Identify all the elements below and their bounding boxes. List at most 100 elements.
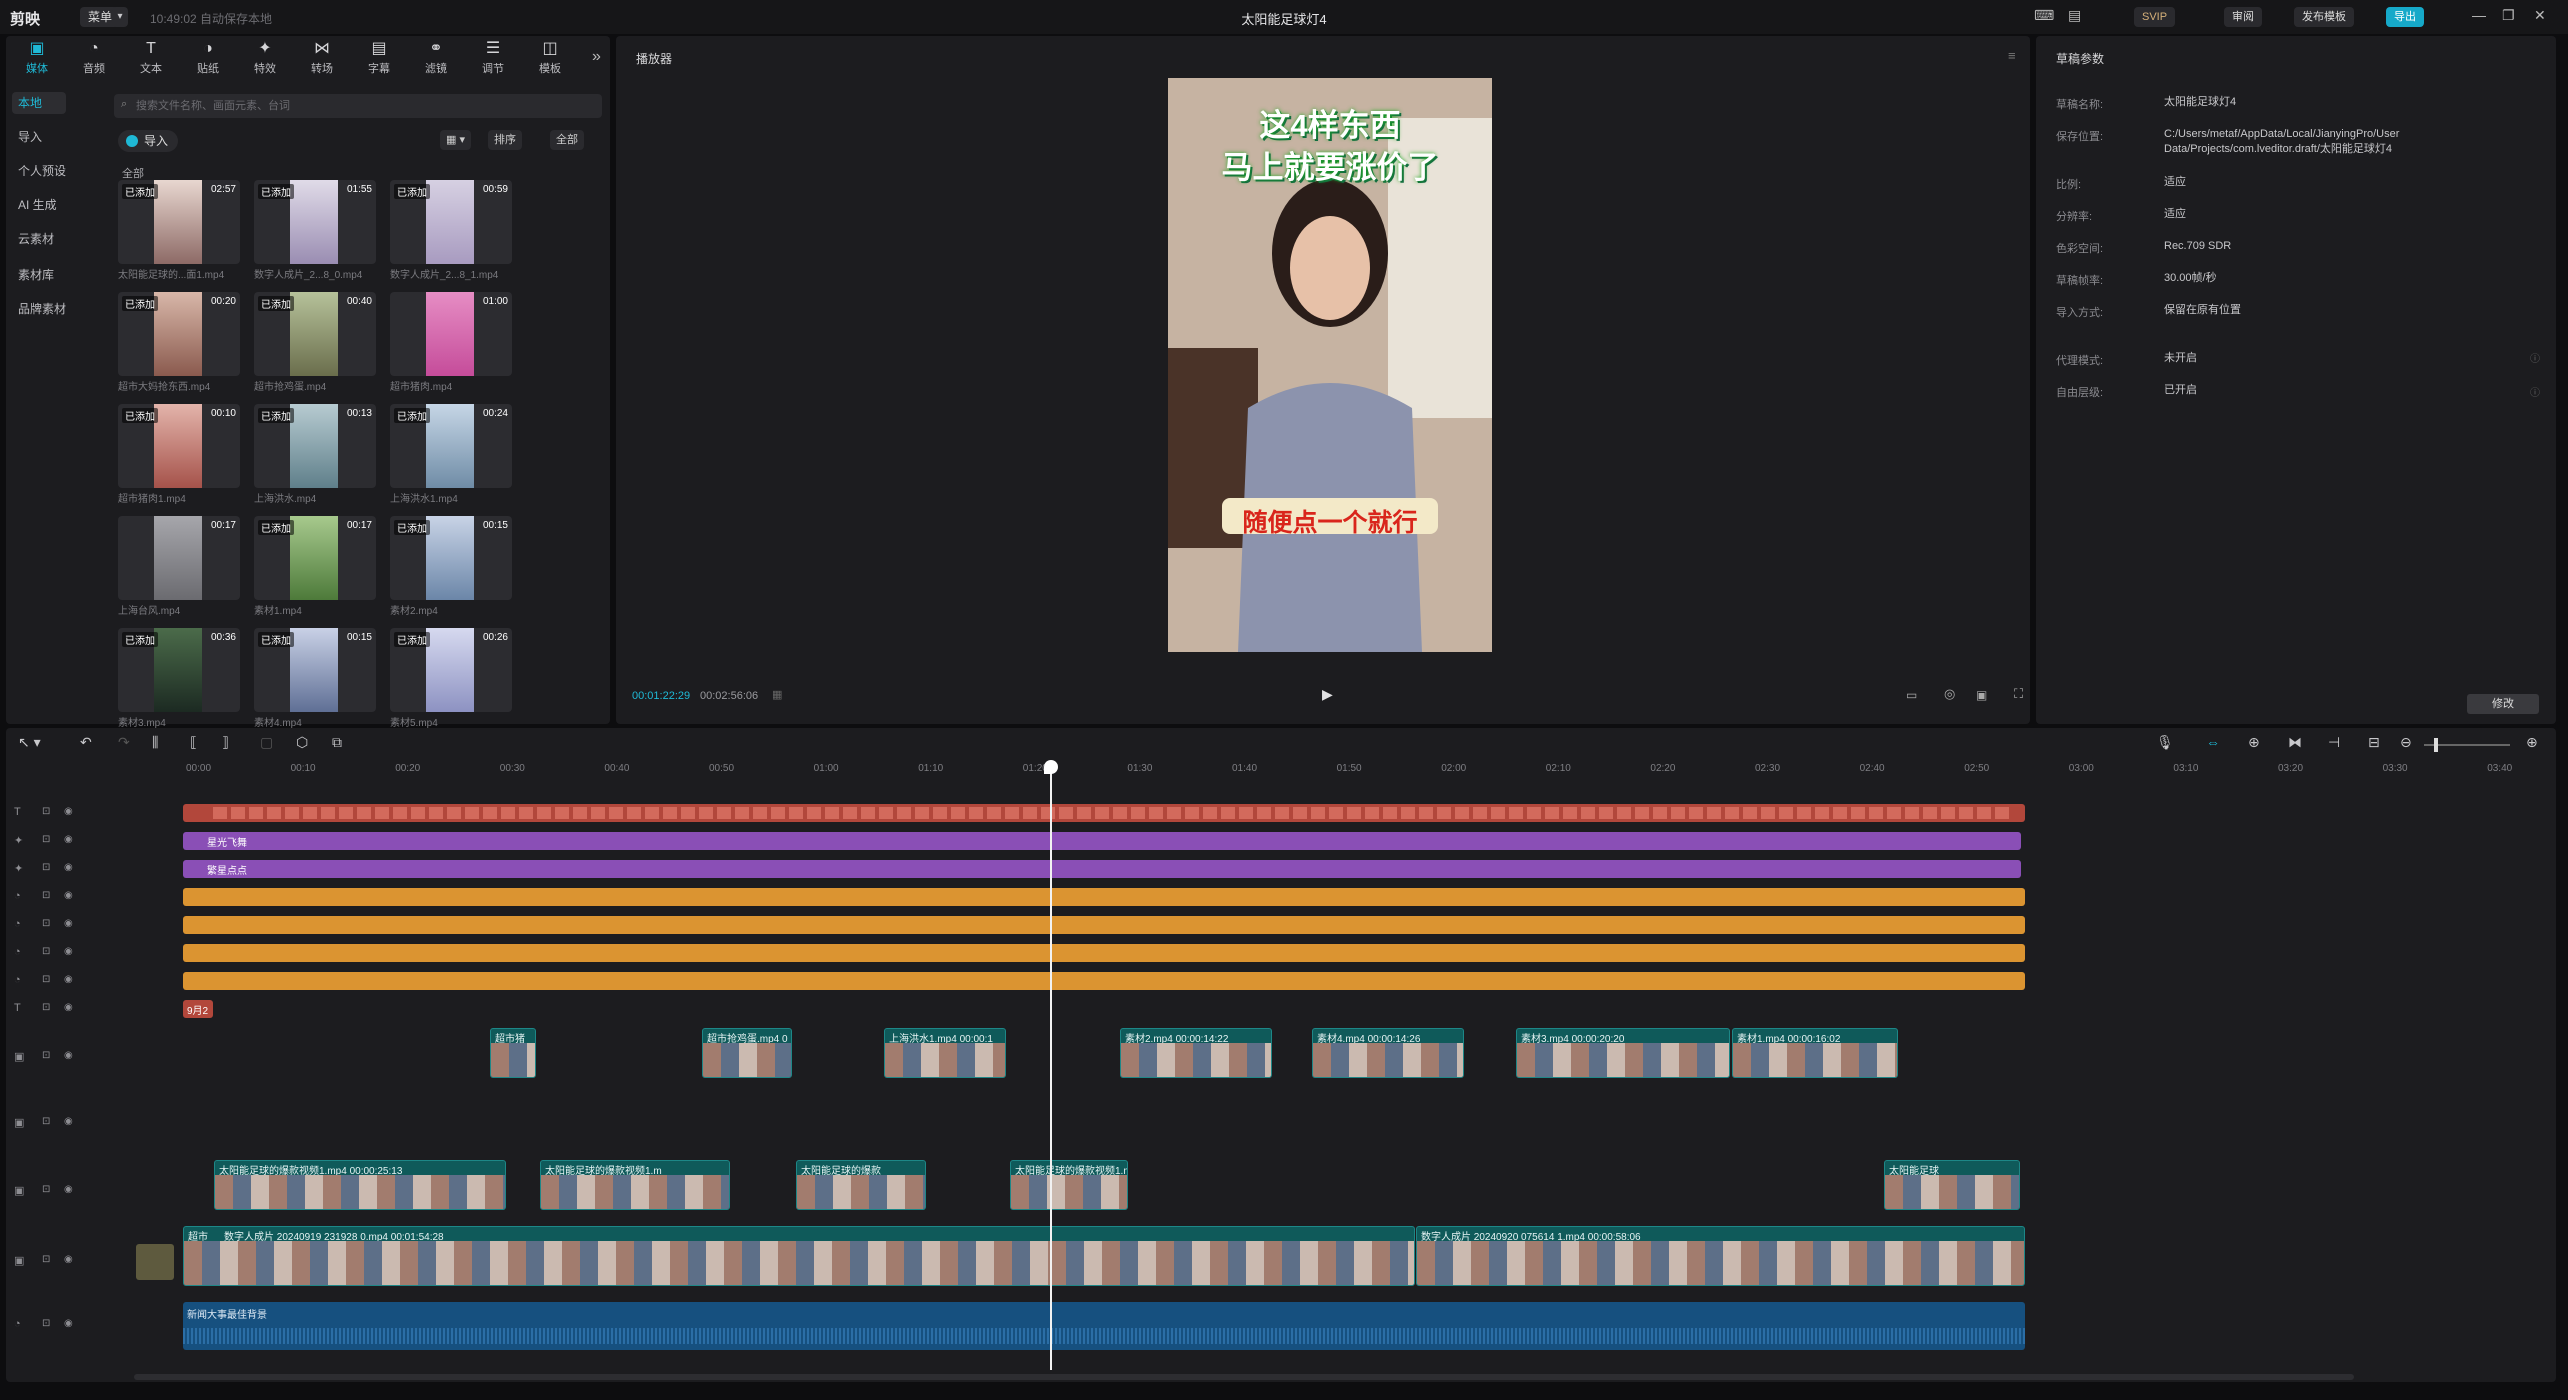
overlay-clip[interactable]: 太阳能足球 (1884, 1160, 2020, 1210)
lock-icon[interactable]: ⊡ (42, 1116, 50, 1127)
tab-adjust[interactable]: ☰ 调节 (468, 38, 518, 78)
media-thumbnail[interactable]: 已添加 00:36 (118, 628, 240, 712)
tab-effects[interactable]: ✦ 特效 (240, 38, 290, 78)
export-button[interactable]: 导出 (2386, 7, 2424, 27)
visibility-icon[interactable]: ◉ (64, 806, 73, 817)
main-clip[interactable]: 数字人成片 20240920 075614 1.mp4 00:00:58:06 (1416, 1226, 2025, 1286)
import-button[interactable]: 导入 (118, 130, 178, 152)
search-input[interactable]: 搜索文件名称、画面元素、台词 (114, 94, 602, 118)
sidebar-item-3[interactable]: AI 生成 (12, 194, 66, 216)
sticker-track-3[interactable] (183, 944, 2025, 962)
caption-icon[interactable]: ⊟ (2368, 734, 2380, 751)
visibility-icon[interactable]: ◉ (64, 974, 73, 985)
lock-icon[interactable]: ⊡ (42, 946, 50, 957)
visibility-icon[interactable]: ◉ (64, 1116, 73, 1127)
overlay-clip[interactable]: 太阳能足球的爆款视频1.m (540, 1160, 730, 1210)
effect-clip[interactable]: 繁星点点 (183, 860, 2021, 878)
visibility-icon[interactable]: ◉ (64, 1050, 73, 1061)
preview-axis-icon[interactable]: ⊣ (2328, 734, 2340, 751)
visibility-icon[interactable]: ◉ (64, 918, 73, 929)
broll-clip[interactable]: 素材1.mp4 00:00:16:02 (1732, 1028, 1898, 1078)
broll-clip[interactable]: 素材2.mp4 00:00:14:22 (1120, 1028, 1272, 1078)
visibility-icon[interactable]: ◉ (64, 1254, 73, 1265)
media-thumbnail[interactable]: 已添加 02:57 (118, 180, 240, 264)
visibility-icon[interactable]: ◉ (64, 834, 73, 845)
sidebar-item-0[interactable]: 本地 (12, 92, 66, 114)
media-thumbnail[interactable]: 已添加 00:13 (254, 404, 376, 488)
modify-button[interactable]: 修改 (2467, 694, 2539, 714)
sticker-track-1[interactable] (183, 888, 2025, 906)
sidebar-item-5[interactable]: 素材库 (12, 264, 66, 286)
minimize-icon[interactable]: — (2472, 7, 2486, 23)
effect-clip[interactable]: 星光飞舞 (183, 832, 2021, 850)
lock-icon[interactable]: ⊡ (42, 806, 50, 817)
timecode-toggle-icon[interactable]: ▦ (772, 688, 782, 701)
broll-clip[interactable]: 素材4.mp4 00:00:14:26 (1312, 1028, 1464, 1078)
media-thumbnail[interactable]: 已添加 00:40 (254, 292, 376, 376)
media-thumbnail[interactable]: 已添加 00:59 (390, 180, 512, 264)
media-thumbnail[interactable]: 已添加 00:15 (390, 516, 512, 600)
lock-icon[interactable]: ⊡ (42, 834, 50, 845)
delete-icon[interactable]: ▢ (260, 734, 273, 751)
sidebar-item-1[interactable]: 导入 (12, 126, 66, 148)
tab-transition[interactable]: ⋈ 转场 (297, 38, 347, 78)
player-menu-icon[interactable]: ≡ (2008, 48, 2016, 63)
zoom-slider-handle[interactable] (2434, 738, 2438, 752)
playhead-handle[interactable] (1044, 760, 1058, 774)
timeline-ruler[interactable]: 00:00 00:10 00:20 00:30 00:40 00:50 01:00 01:10… (180, 760, 2550, 778)
text-clip-small[interactable]: 9月2 (183, 1000, 213, 1018)
tab-subtitle[interactable]: ▤ 字幕 (354, 38, 404, 78)
playhead[interactable] (1050, 762, 1052, 1370)
marker-icon[interactable]: ⬡ (296, 734, 308, 751)
tab-filter[interactable]: ⚭ 滤镜 (411, 38, 461, 78)
all-filter-button[interactable]: 全部 (550, 130, 584, 150)
sidebar-item-2[interactable]: 个人预设 (12, 160, 66, 182)
view-toggle-icon[interactable]: ▦ ▾ (440, 130, 471, 150)
tab-media[interactable]: ▣ 媒体 (12, 38, 62, 78)
visibility-icon[interactable]: ◉ (64, 890, 73, 901)
ratio-icon[interactable]: ▣ (1976, 688, 1987, 702)
quality-icon[interactable]: ▭ (1906, 688, 1917, 702)
lock-icon[interactable]: ⊡ (42, 1318, 50, 1329)
visibility-icon[interactable]: ◉ (64, 1002, 73, 1013)
snap-icon[interactable]: ⊕ (2248, 734, 2260, 751)
fullscreen-icon[interactable]: ⛶ (2014, 686, 2023, 702)
redo-icon[interactable]: ↷ (118, 734, 130, 751)
zoom-fit-icon[interactable]: ⊕ (2526, 734, 2538, 751)
tab-sticker[interactable]: ◑ 贴纸 (183, 38, 233, 78)
layer-info-icon[interactable]: ⓘ (2530, 384, 2540, 399)
lock-icon[interactable]: ⊡ (42, 1184, 50, 1195)
media-thumbnail[interactable]: 已添加 00:26 (390, 628, 512, 712)
broll-clip[interactable]: 超市猪 (490, 1028, 536, 1078)
tab-audio[interactable]: ◔ 音频 (69, 38, 119, 78)
main-clip[interactable]: 数字人成片 20240919 231928 0.mp4 00:01:54:28 (183, 1226, 1415, 1286)
media-thumbnail[interactable]: 01:00 (390, 292, 512, 376)
snapshot-icon[interactable]: ◎ (1944, 686, 1955, 702)
lock-icon[interactable]: ⊡ (42, 862, 50, 873)
lock-icon[interactable]: ⊡ (42, 1050, 50, 1061)
maximize-icon[interactable]: ❐ (2502, 7, 2515, 24)
lock-icon[interactable]: ⊡ (42, 974, 50, 985)
more-tabs-icon[interactable]: » (592, 48, 601, 66)
split-right-icon[interactable]: ⟧ (222, 734, 229, 751)
visibility-icon[interactable]: ◉ (64, 946, 73, 957)
link-icon[interactable]: ⇔ (2206, 734, 2220, 750)
lock-icon[interactable]: ⊡ (42, 1002, 50, 1013)
crop-icon[interactable]: ⧉ (332, 734, 342, 751)
overlay-clip[interactable]: 太阳能足球的爆款视频1.mp4 (1010, 1160, 1128, 1210)
visibility-icon[interactable]: ◉ (64, 1184, 73, 1195)
media-thumbnail[interactable]: 已添加 00:20 (118, 292, 240, 376)
split-left-icon[interactable]: ⟦ (190, 734, 197, 751)
media-thumbnail[interactable]: 已添加 01:55 (254, 180, 376, 264)
proxy-info-icon[interactable]: ⓘ (2530, 350, 2540, 365)
link-clips-icon[interactable]: ⧓ (2288, 734, 2302, 751)
media-thumbnail[interactable]: 已添加 00:10 (118, 404, 240, 488)
media-thumbnail[interactable]: 已添加 00:15 (254, 628, 376, 712)
sidebar-item-4[interactable]: 云素材 (12, 228, 66, 250)
close-icon[interactable]: ✕ (2534, 7, 2546, 24)
sticker-track-4[interactable] (183, 972, 2025, 990)
split-icon[interactable]: ⫼ (152, 734, 158, 751)
broll-clip[interactable]: 上海洪水1.mp4 00:00:1 (884, 1028, 1006, 1078)
sticker-track-2[interactable] (183, 916, 2025, 934)
lock-icon[interactable]: ⊡ (42, 890, 50, 901)
